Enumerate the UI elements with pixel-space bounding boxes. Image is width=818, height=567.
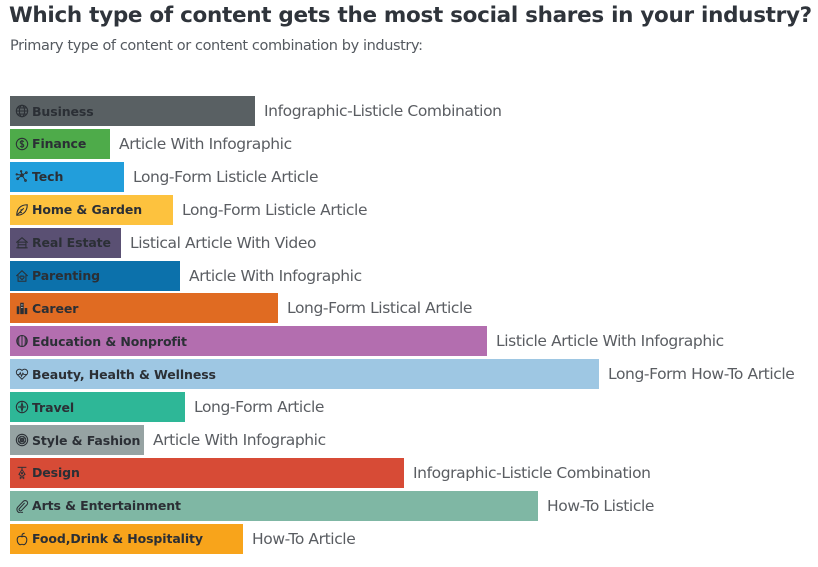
industry-label: Business xyxy=(32,103,94,119)
industry-label: Parenting xyxy=(32,268,101,283)
bar-label-group: Tech xyxy=(15,162,63,192)
home-heart-icon xyxy=(15,269,29,283)
content-type-label: Article With Infographic xyxy=(189,266,362,285)
industry-label: Tech xyxy=(32,169,64,185)
bar-label-group: Style & Fashion xyxy=(15,425,140,455)
compass-icon xyxy=(15,400,29,414)
industry-label: Beauty, Health & Wellness xyxy=(32,366,216,382)
bar-home-garden: Home & Garden xyxy=(10,194,173,225)
content-type-label: Long-Form Article xyxy=(194,398,324,417)
bar-row: Home & Garden Long-Form Listicle Article xyxy=(10,194,368,225)
industry-label: Home & Garden xyxy=(32,202,143,218)
bar-parenting: Parenting xyxy=(10,260,180,291)
industry-label: Travel xyxy=(32,399,75,415)
bar-row: Education & Nonprofit Listicle Article Wi… xyxy=(10,326,724,357)
content-type-label: Infographic-Listicle Combination xyxy=(413,463,651,482)
paperclip-icon xyxy=(15,499,29,513)
content-type-label: Listicle Article With Infographic xyxy=(496,332,724,351)
bar-row: Beauty, Health & Wellness Long-Form How-T… xyxy=(10,359,795,390)
industry-label: Style & Fashion xyxy=(32,432,141,448)
bar-row: Career Long-Form Listical Article xyxy=(10,293,473,324)
bar-finance: Finance xyxy=(10,128,110,159)
chart-title: Which type of content gets the most soci… xyxy=(9,3,812,28)
bar-career: Career xyxy=(10,293,278,324)
button-icon xyxy=(15,433,29,447)
bar-arts-entertainment: Arts & Entertainment xyxy=(10,490,538,521)
bar-label-group: Career xyxy=(15,293,78,323)
chart-subtitle: Primary type of content or content combi… xyxy=(10,38,423,54)
heartbeat-icon xyxy=(15,367,29,381)
bar-row: Design Infographic-Listicle Combination xyxy=(10,457,651,488)
bar-row: Tech Long-Form Listicle Article xyxy=(10,161,319,192)
content-type-label: Article With Infographic xyxy=(119,134,292,153)
bar-label-group: Finance xyxy=(15,129,86,159)
dollar-coin-icon xyxy=(15,137,29,151)
bar-row: Travel Long-Form Article xyxy=(10,392,324,423)
content-type-label: Infographic-Listicle Combination xyxy=(264,102,502,120)
content-type-label: Long-Form Listical Article xyxy=(287,299,473,318)
buildings-icon xyxy=(15,301,29,315)
industry-label: Design xyxy=(32,465,80,481)
brain-icon xyxy=(15,334,29,348)
industry-label: Education & Nonprofit xyxy=(32,333,187,349)
bar-row: Parenting Article With Infographic xyxy=(10,260,362,291)
content-type-label: How-To Listicle xyxy=(547,496,654,515)
bar-label-group: Food,Drink & Hospitality xyxy=(15,524,203,554)
bar-label-group: Home & Garden xyxy=(15,195,142,225)
bar-row: Business Infographic-Listicle Combination xyxy=(10,96,502,126)
bar-design: Design xyxy=(10,457,404,488)
bar-label-group: Arts & Entertainment xyxy=(15,491,181,521)
bar-label-group: Beauty, Health & Wellness xyxy=(15,359,216,389)
bar-label-group: Travel xyxy=(15,392,74,422)
bar-row: Arts & Entertainment How-To Listicle xyxy=(10,490,654,521)
network-nodes-icon xyxy=(15,169,29,184)
bar-travel: Travel xyxy=(10,392,185,423)
pen-nib-icon xyxy=(15,466,29,480)
industry-label: Real Estate xyxy=(32,235,111,251)
content-type-label: Long-Form Listicle Article xyxy=(182,200,368,219)
bar-row: Real Estate Listical Article With Video xyxy=(10,227,317,258)
industry-label: Finance xyxy=(32,136,87,152)
content-type-label: How-To Article xyxy=(252,529,356,548)
bar-label-group: Parenting xyxy=(15,261,100,291)
content-type-label: Article With Infographic xyxy=(153,431,326,449)
bar-business: Business xyxy=(10,96,255,126)
bar-row: Food,Drink & Hospitality How-To Article xyxy=(10,523,356,554)
bar-tech: Tech xyxy=(10,161,124,192)
bar-label-group: Design xyxy=(15,458,80,488)
house-icon xyxy=(15,236,29,250)
bar-row: Finance Article With Infographic xyxy=(10,128,292,159)
globe-icon xyxy=(15,104,29,118)
industry-label: Arts & Entertainment xyxy=(32,498,181,514)
content-type-label: Listical Article With Video xyxy=(130,233,317,252)
bar-row: Style & Fashion Article With Infographic xyxy=(10,425,326,455)
bar-food-drink-hospitality: Food,Drink & Hospitality xyxy=(10,523,243,554)
industry-label: Career xyxy=(32,300,79,316)
bar-style-fashion: Style & Fashion xyxy=(10,425,144,455)
industry-label: Food,Drink & Hospitality xyxy=(32,531,203,547)
bar-beauty-health-wellness: Beauty, Health & Wellness xyxy=(10,359,599,390)
bar-label-group: Real Estate xyxy=(15,228,111,258)
bar-label-group: Business xyxy=(15,96,94,126)
bar-education-nonprofit: Education & Nonprofit xyxy=(10,326,487,357)
bar-label-group: Education & Nonprofit xyxy=(15,326,187,356)
apple-icon xyxy=(15,532,29,546)
bar-real-estate: Real Estate xyxy=(10,227,121,258)
content-type-label: Long-Form How-To Article xyxy=(608,365,795,384)
leaf-icon xyxy=(15,203,29,217)
content-type-label: Long-Form Listicle Article xyxy=(133,167,319,186)
bar-chart: Business Infographic-Listicle Combination… xyxy=(10,96,810,556)
